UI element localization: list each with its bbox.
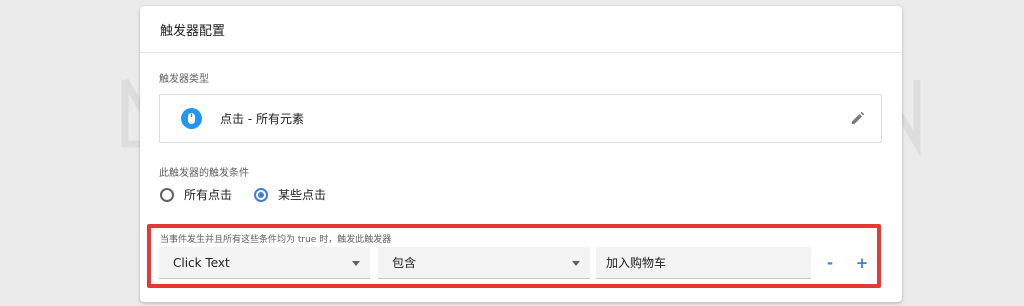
condition-value-input[interactable]: 加入购物车 (596, 247, 811, 279)
radio-checked-icon (254, 187, 269, 202)
remove-condition-button[interactable]: - (821, 253, 839, 273)
variable-select[interactable]: Click Text (159, 247, 370, 279)
radio-unchecked-icon (160, 187, 174, 202)
operator-select[interactable]: 包含 (378, 247, 590, 279)
chevron-down-icon (352, 261, 360, 266)
trigger-type-label: 触发器类型 (159, 74, 209, 85)
radio-some-clicks[interactable]: 某些点击 (254, 186, 326, 203)
operator-select-value: 包含 (392, 256, 417, 270)
radio-all-clicks-label: 所有点击 (184, 188, 233, 202)
chevron-down-icon (572, 261, 580, 266)
trigger-config-card: 触发器配置 触发器类型 点击 - 所有元素 此触发器的触发条件 所有点击 某些点… (140, 6, 902, 302)
fire-condition-radio-group: 所有点击 某些点击 (160, 186, 348, 203)
fire-condition-label: 此触发器的触发条件 (159, 168, 249, 179)
radio-all-clicks[interactable]: 所有点击 (160, 186, 232, 203)
condition-value-text: 加入购物车 (606, 256, 667, 270)
condition-description: 当事件发生并且所有这些条件均为 true 时，触发此触发器 (160, 235, 392, 245)
trigger-type-field[interactable]: 点击 - 所有元素 (159, 94, 882, 143)
add-condition-button[interactable]: + (853, 253, 871, 273)
mouse-icon (181, 108, 202, 129)
card-title: 触发器配置 (140, 6, 902, 53)
radio-some-clicks-label: 某些点击 (278, 188, 327, 202)
variable-select-value: Click Text (173, 255, 230, 270)
pencil-icon[interactable] (849, 109, 867, 127)
trigger-type-value: 点击 - 所有元素 (220, 112, 304, 126)
